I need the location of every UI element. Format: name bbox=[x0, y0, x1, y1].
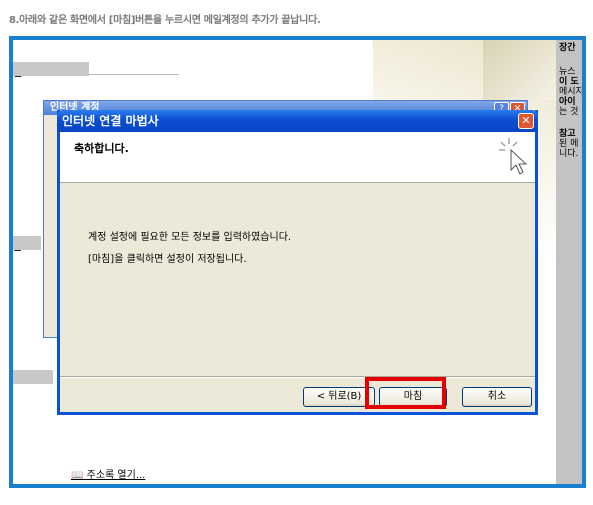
finish-button-highlight bbox=[365, 377, 446, 409]
right-panel-line: 아이 bbox=[559, 97, 576, 107]
wizard-header: 축하합니다. bbox=[60, 132, 535, 183]
background-decoration-corner bbox=[483, 40, 563, 100]
grey-field-3 bbox=[13, 370, 53, 384]
cancel-button[interactable]: 취소 bbox=[462, 387, 532, 407]
right-panel-line: 는 것 bbox=[559, 107, 579, 117]
grey-field-1 bbox=[13, 62, 89, 76]
right-panel-line: 메시지 bbox=[559, 87, 582, 97]
wizard-title: 인터넷 연결 마법사 bbox=[62, 114, 159, 128]
right-panel-line: 니다. bbox=[559, 149, 579, 159]
connection-wizard-dialog: 인터넷 연결 마법사 ✕ 축하합니다. 계정 설정에 필요한 모든 정보를 입력… bbox=[57, 110, 538, 415]
grey-field-2 bbox=[13, 236, 41, 250]
address-book-icon: 📖 bbox=[71, 470, 84, 481]
wizard-header-title: 축하합니다. bbox=[74, 142, 129, 155]
right-panel-line: 장간 bbox=[559, 43, 576, 53]
wizard-cursor-icon bbox=[499, 138, 528, 175]
wizard-titlebar: 인터넷 연결 마법사 bbox=[57, 110, 538, 132]
open-address-book-link[interactable]: 📖 주소록 열기... bbox=[71, 466, 145, 481]
right-info-panel: 장간 뉴스 이 도 메시지 아이 는 것 참고 된 메 니다. bbox=[556, 40, 582, 484]
field-underline bbox=[89, 74, 179, 75]
button-separator bbox=[60, 376, 535, 378]
info-line-2: [마침]을 클릭하면 설정이 저장됩니다. bbox=[88, 254, 247, 265]
right-panel-line: 이 도 bbox=[559, 77, 579, 87]
instruction-caption: 8.아래와 같은 화면에서 [마침]버튼을 누르시면 메일계정의 추가가 끝납니… bbox=[9, 15, 321, 26]
info-line-1: 계정 설정에 필요한 모든 정보를 입력하였습니다. bbox=[88, 232, 292, 243]
screenshot-frame: 일 름 장간 뉴스 이 도 메시지 아이 는 것 참고 된 메 니다. 인터넷 … bbox=[9, 36, 586, 488]
address-book-link-label: 주소록 열기... bbox=[86, 470, 146, 481]
right-panel-line: 뉴스 bbox=[559, 67, 576, 77]
right-panel-line: 된 메 bbox=[559, 139, 579, 149]
right-panel-line: 참고 bbox=[559, 129, 576, 139]
close-button[interactable]: ✕ bbox=[518, 113, 534, 129]
